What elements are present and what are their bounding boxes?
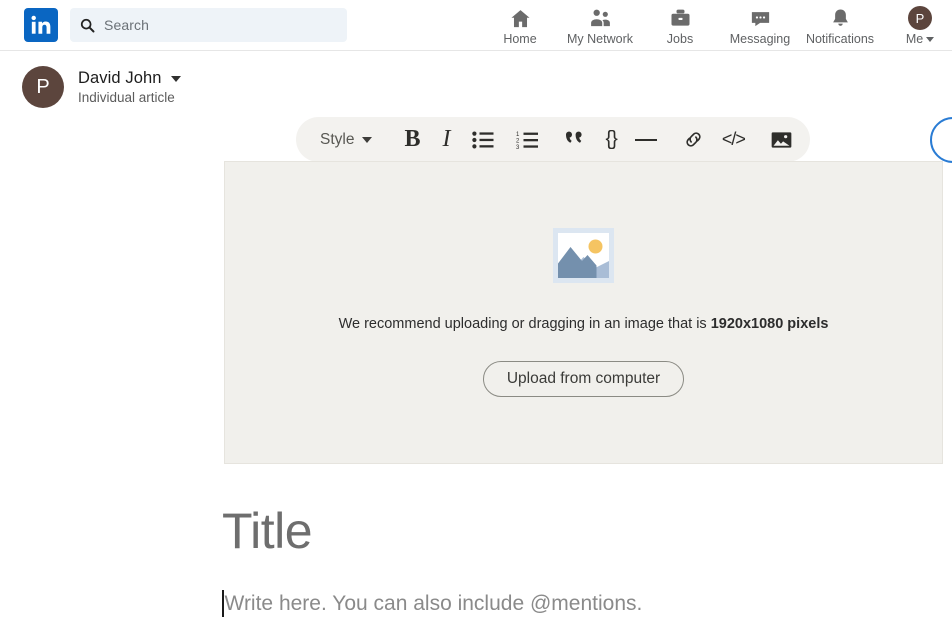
formatting-toolbar: Style B I 1 2 3 {} </> bbox=[296, 117, 810, 162]
nav-item-list: Home My Network Jobs Messaging Notificat… bbox=[480, 0, 952, 51]
article-body-placeholder: Write here. You can also include @mentio… bbox=[224, 591, 643, 615]
avatar-initial: P bbox=[908, 6, 932, 30]
italic-button[interactable]: I bbox=[442, 117, 450, 162]
svg-text:2: 2 bbox=[516, 138, 520, 144]
nav-item-label: Home bbox=[503, 32, 537, 46]
search-icon bbox=[80, 18, 95, 32]
global-navigation-bar: Search Home My Network Jobs Messaging No… bbox=[0, 0, 952, 51]
avatar: P bbox=[908, 5, 932, 31]
author-subtitle: Individual article bbox=[78, 90, 175, 105]
search-input[interactable]: Search bbox=[70, 8, 347, 42]
nav-item-notifications[interactable]: Notifications bbox=[800, 0, 880, 51]
insert-image-button[interactable] bbox=[771, 117, 792, 162]
chevron-down-icon[interactable] bbox=[170, 75, 181, 82]
bulleted-list-button[interactable] bbox=[472, 117, 494, 162]
style-dropdown-button[interactable]: Style bbox=[314, 117, 378, 162]
search-placeholder-text: Search bbox=[104, 17, 149, 33]
people-icon bbox=[589, 5, 612, 31]
link-icon bbox=[686, 132, 701, 147]
text-cursor bbox=[222, 590, 224, 617]
linkedin-logo-icon bbox=[31, 15, 51, 34]
nav-item-label: Messaging bbox=[729, 32, 791, 46]
nav-item-home[interactable]: Home bbox=[480, 0, 560, 51]
cover-recommended-dimensions: 1920x1080 pixels bbox=[710, 316, 829, 332]
chevron-down-icon bbox=[362, 136, 373, 143]
nav-item-my-network[interactable]: My Network bbox=[560, 0, 640, 51]
embed-code-icon: </> bbox=[721, 129, 746, 149]
bold-icon: B bbox=[404, 126, 421, 152]
nav-item-me[interactable]: P Me bbox=[880, 0, 952, 51]
upload-from-computer-button[interactable]: Upload from computer bbox=[482, 361, 685, 397]
author-selector[interactable]: P David John Individual article bbox=[22, 66, 181, 108]
italic-icon: I bbox=[442, 126, 451, 152]
publish-button[interactable] bbox=[930, 117, 952, 163]
link-button[interactable] bbox=[683, 117, 704, 162]
cover-image-dropzone[interactable]: We recommend uploading or dragging in an… bbox=[224, 161, 943, 464]
style-dropdown-label: Style bbox=[320, 130, 355, 148]
nav-item-messaging[interactable]: Messaging bbox=[720, 0, 800, 51]
bell-icon bbox=[829, 5, 852, 31]
linkedin-logo[interactable] bbox=[24, 8, 58, 42]
numbered-list-icon: 1 2 3 bbox=[516, 132, 539, 149]
author-name: David John bbox=[78, 69, 162, 87]
horizontal-rule-icon bbox=[634, 138, 657, 141]
code-block-button[interactable]: {} bbox=[605, 117, 617, 162]
nav-item-jobs[interactable]: Jobs bbox=[640, 0, 720, 51]
nav-item-me-label-group: Me bbox=[905, 32, 935, 46]
article-title-input[interactable]: Title bbox=[222, 502, 313, 560]
author-name-row: David John bbox=[78, 69, 181, 88]
chevron-down-icon bbox=[926, 36, 935, 42]
image-placeholder-icon bbox=[553, 228, 614, 283]
nav-item-label: Notifications bbox=[805, 32, 875, 46]
numbered-list-button[interactable]: 1 2 3 bbox=[516, 117, 539, 162]
article-body-input[interactable]: Write here. You can also include @mentio… bbox=[222, 590, 642, 617]
nav-item-label: My Network bbox=[567, 32, 633, 46]
bulleted-list-icon bbox=[472, 131, 494, 148]
editor-header: P David John Individual article Style B … bbox=[0, 51, 952, 163]
cover-recommendation-text: We recommend uploading or dragging in an… bbox=[339, 316, 829, 332]
author-meta: David John Individual article bbox=[78, 69, 181, 105]
embed-button[interactable]: </> bbox=[721, 117, 746, 162]
bold-button[interactable]: B bbox=[404, 117, 420, 162]
quote-icon bbox=[566, 131, 583, 143]
nav-item-label: Jobs bbox=[666, 32, 694, 46]
briefcase-icon bbox=[669, 5, 692, 31]
quote-button[interactable] bbox=[565, 117, 587, 162]
author-avatar: P bbox=[22, 66, 64, 108]
code-braces-icon: {} bbox=[605, 128, 617, 150]
svg-text:1: 1 bbox=[516, 132, 520, 138]
cover-recommendation-prefix: We recommend uploading or dragging in an… bbox=[338, 316, 711, 332]
horizontal-rule-button[interactable] bbox=[634, 117, 657, 162]
message-bubble-icon bbox=[749, 5, 772, 31]
image-icon bbox=[771, 131, 792, 148]
home-icon bbox=[509, 5, 532, 31]
nav-item-label: Me bbox=[905, 32, 924, 46]
svg-text:3: 3 bbox=[516, 144, 520, 148]
